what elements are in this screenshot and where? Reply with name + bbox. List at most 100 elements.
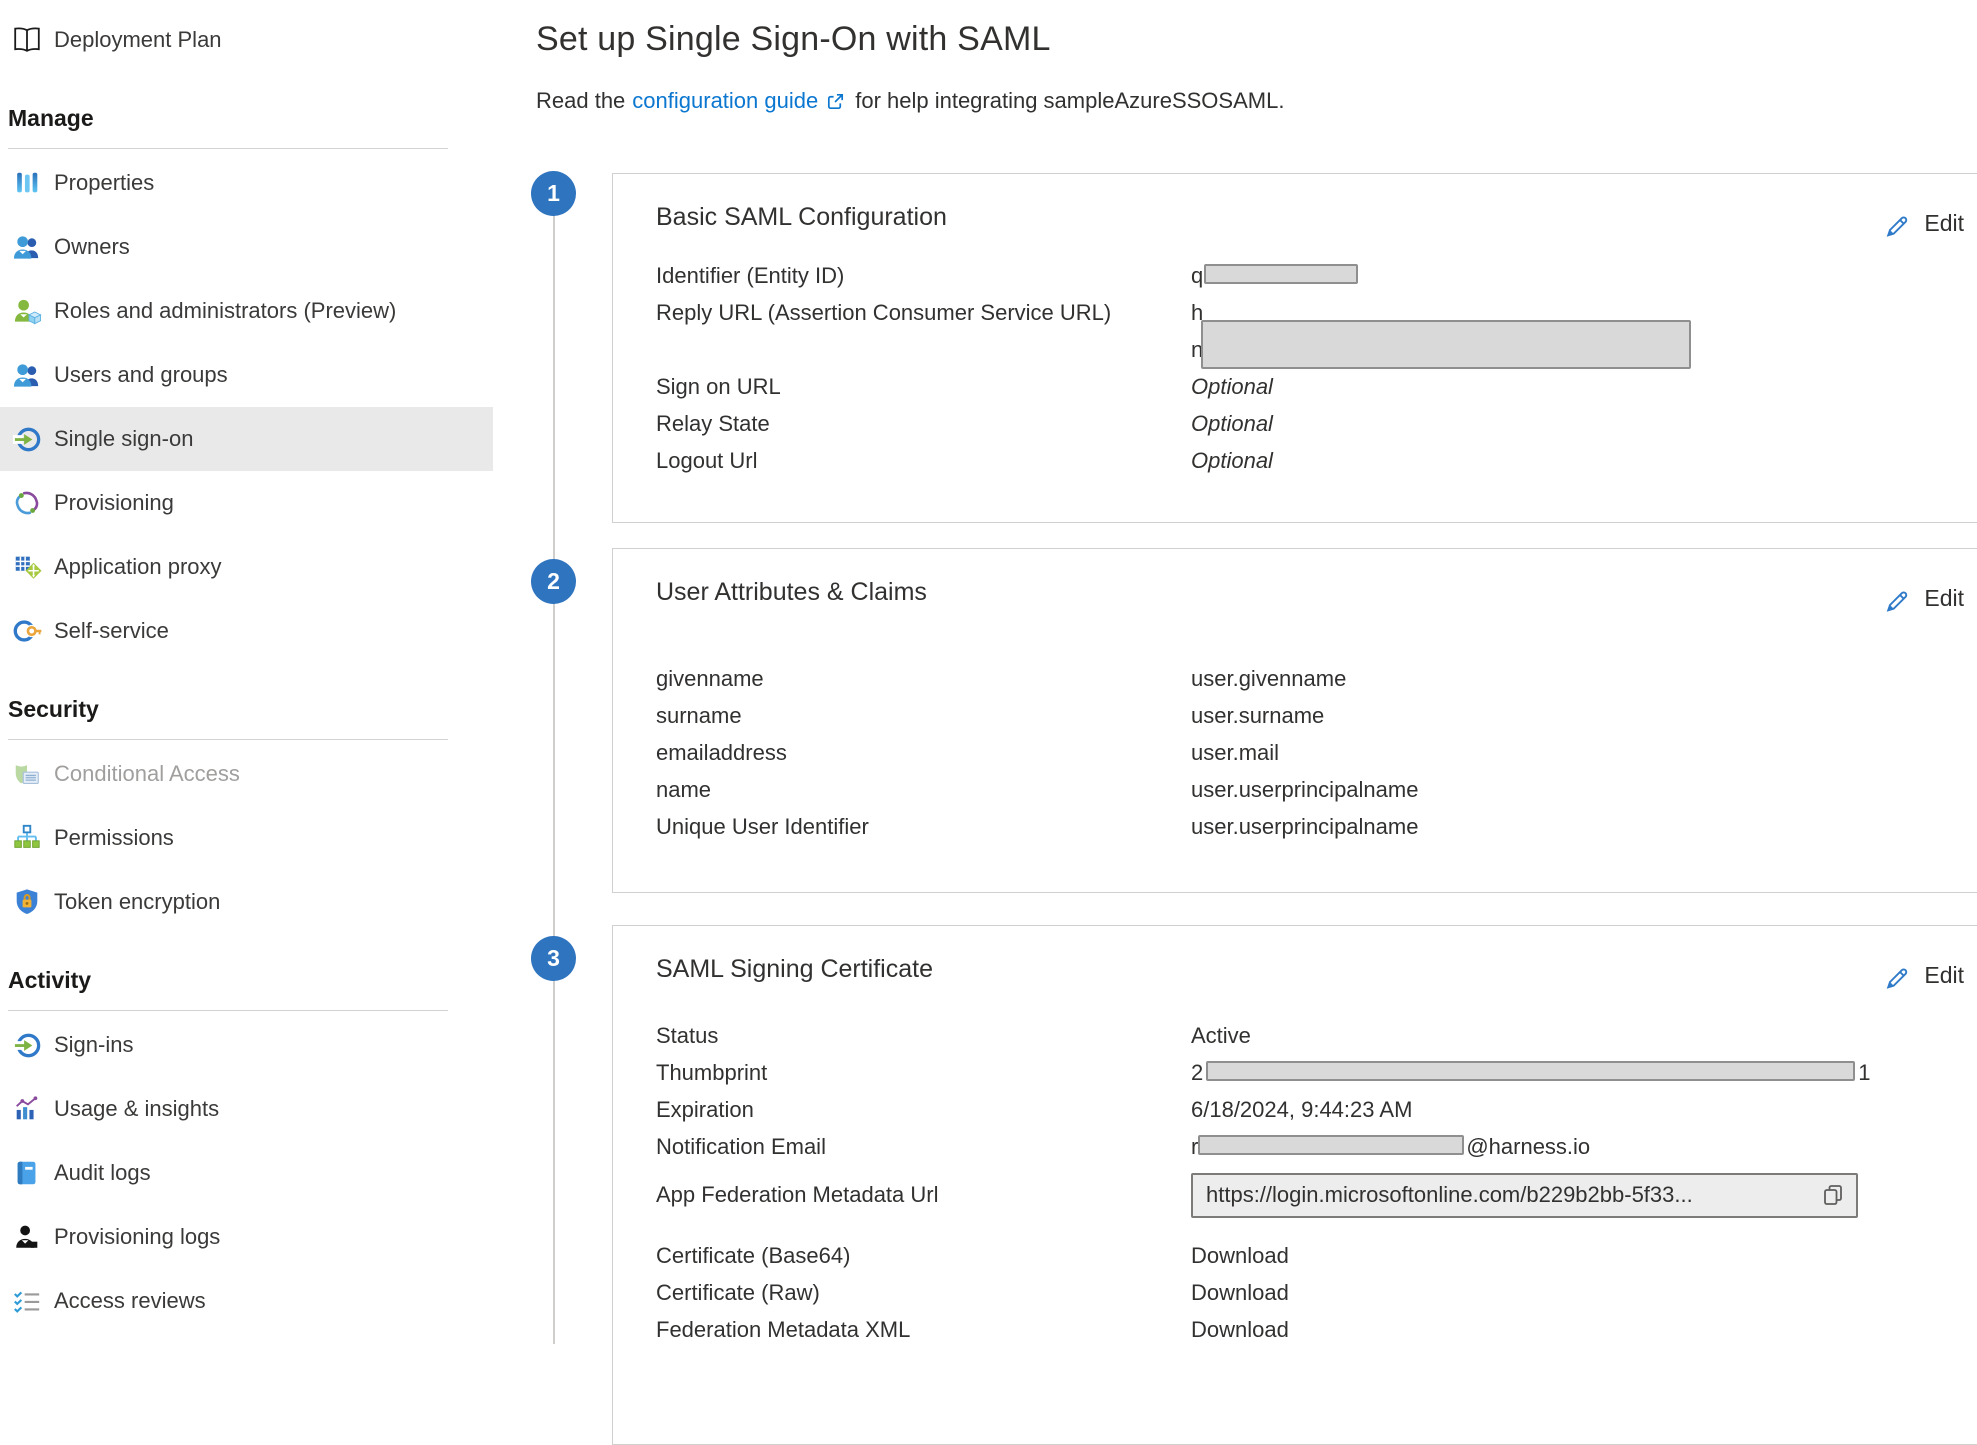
claim-name: Unique User Identifier	[656, 808, 1191, 845]
reply-url-row: Reply URL (Assertion Consumer Service UR…	[656, 294, 1977, 368]
step-3-badge: 3	[531, 936, 576, 981]
status-label: Status	[656, 1017, 1191, 1054]
claim-row: givenname user.givenname	[656, 660, 1977, 697]
sidebar-item-properties[interactable]: Properties	[0, 151, 493, 215]
edit-basic-saml-button[interactable]: Edit	[1881, 208, 1964, 238]
sidebar-item-application-proxy[interactable]: Application proxy	[0, 535, 493, 599]
divider	[8, 148, 448, 149]
expiration-label: Expiration	[656, 1091, 1191, 1128]
sidebar-item-owners[interactable]: Owners	[0, 215, 493, 279]
sidebar-item-deployment-plan[interactable]: Deployment Plan	[0, 8, 493, 72]
status-value: Active	[1191, 1017, 1251, 1054]
certificate-base64-label: Certificate (Base64)	[656, 1237, 1191, 1274]
configuration-guide-link[interactable]: configuration guide	[632, 88, 818, 114]
sidebar-item-permissions[interactable]: Permissions	[0, 806, 493, 870]
step-1-badge: 1	[531, 171, 576, 216]
pencil-icon	[1881, 583, 1911, 613]
sidebar-item-usage-insights[interactable]: Usage & insights	[0, 1077, 493, 1141]
sidebar-item-label: Provisioning	[54, 490, 174, 516]
self-service-icon	[10, 614, 44, 648]
conditional-access-icon	[10, 757, 44, 791]
sign-in-icon	[10, 1028, 44, 1062]
redaction-overlay	[1201, 320, 1691, 369]
pencil-icon	[1881, 960, 1911, 990]
single-sign-on-icon	[10, 422, 44, 456]
federation-metadata-xml-label: Federation Metadata XML	[656, 1311, 1191, 1348]
redaction-overlay	[1198, 1135, 1464, 1155]
people-icon	[10, 230, 44, 264]
sidebar-item-self-service[interactable]: Self-service	[0, 599, 493, 663]
certificate-raw-label: Certificate (Raw)	[656, 1274, 1191, 1311]
claim-name: emailaddress	[656, 734, 1191, 771]
thumbprint-row: Thumbprint 21	[656, 1054, 1977, 1091]
sidebar-item-access-reviews[interactable]: Access reviews	[0, 1269, 493, 1333]
sidebar-item-token-encryption[interactable]: Token encryption	[0, 870, 493, 934]
chart-insights-icon	[10, 1092, 44, 1126]
properties-icon	[10, 166, 44, 200]
sidebar-section-manage: Manage	[0, 96, 493, 140]
person-cube-icon	[10, 294, 44, 328]
notebook-icon	[10, 1156, 44, 1190]
relay-state-label: Relay State	[656, 405, 1191, 442]
copy-icon[interactable]	[1820, 1182, 1846, 1208]
claim-name: name	[656, 771, 1191, 808]
sidebar-item-label: Conditional Access	[54, 761, 240, 787]
step-2-badge: 2	[531, 559, 576, 604]
certificate-base64-row: Certificate (Base64) Download	[656, 1237, 1977, 1274]
sidebar-item-users-groups[interactable]: Users and groups	[0, 343, 493, 407]
edit-label: Edit	[1924, 585, 1964, 612]
metadata-url-value: https://login.microsoftonline.com/b229b2…	[1191, 1173, 1858, 1218]
application-proxy-icon	[10, 550, 44, 584]
claim-row: name user.userprincipalname	[656, 771, 1977, 808]
sidebar-item-sign-ins[interactable]: Sign-ins	[0, 1013, 493, 1077]
external-link-icon[interactable]	[825, 91, 846, 112]
sidebar-item-provisioning-logs[interactable]: Provisioning logs	[0, 1205, 493, 1269]
expiration-row: Expiration 6/18/2024, 9:44:23 AM	[656, 1091, 1977, 1128]
status-row: Status Active	[656, 1017, 1977, 1054]
pencil-icon	[1881, 208, 1911, 238]
page-title: Set up Single Sign-On with SAML	[536, 20, 1051, 59]
panel-title: SAML Signing Certificate	[656, 954, 1977, 984]
shield-lock-icon	[10, 885, 44, 919]
metadata-url-label: App Federation Metadata Url	[656, 1182, 1191, 1208]
relay-state-value: Optional	[1191, 405, 1273, 442]
azure-sso-saml-page: { "sidebar": { "deployment_plan": "Deplo…	[0, 0, 1977, 1344]
sidebar: Deployment Plan Manage Properties Owners…	[0, 0, 493, 1344]
edit-label: Edit	[1924, 210, 1964, 237]
sidebar-item-audit-logs[interactable]: Audit logs	[0, 1141, 493, 1205]
sidebar-item-provisioning[interactable]: Provisioning	[0, 471, 493, 535]
download-raw-link[interactable]: Download	[1191, 1274, 1289, 1311]
claim-value: user.surname	[1191, 697, 1324, 734]
edit-user-attributes-button[interactable]: Edit	[1881, 583, 1964, 613]
saml-signing-certificate-panel: SAML Signing Certificate Edit Status Act…	[612, 925, 1977, 1445]
sidebar-item-label: Self-service	[54, 618, 169, 644]
intro-prefix: Read the	[536, 88, 625, 114]
sidebar-item-label: Properties	[54, 170, 154, 196]
claim-value: user.mail	[1191, 734, 1279, 771]
notification-email-value: r@harness.io	[1191, 1128, 1590, 1165]
certificate-raw-row: Certificate (Raw) Download	[656, 1274, 1977, 1311]
download-base64-link[interactable]: Download	[1191, 1237, 1289, 1274]
sidebar-item-label: Audit logs	[54, 1160, 151, 1186]
claim-row: Unique User Identifier user.userprincipa…	[656, 808, 1977, 845]
edit-signing-certificate-button[interactable]: Edit	[1881, 960, 1964, 990]
people-icon	[10, 358, 44, 392]
claim-value: user.userprincipalname	[1191, 808, 1418, 845]
edit-label: Edit	[1924, 962, 1964, 989]
org-chart-icon	[10, 821, 44, 855]
sidebar-item-conditional-access[interactable]: Conditional Access	[0, 742, 493, 806]
claim-value: user.userprincipalname	[1191, 771, 1418, 808]
metadata-url-field[interactable]: https://login.microsoftonline.com/b229b2…	[1191, 1173, 1858, 1218]
sidebar-item-label: Sign-ins	[54, 1032, 133, 1058]
metadata-url-row: App Federation Metadata Url https://logi…	[656, 1165, 1977, 1225]
sidebar-item-roles-administrators[interactable]: Roles and administrators (Preview)	[0, 279, 493, 343]
claim-row: emailaddress user.mail	[656, 734, 1977, 771]
checklist-icon	[10, 1284, 44, 1318]
sidebar-item-single-sign-on[interactable]: Single sign-on	[0, 407, 493, 471]
panel-title: User Attributes & Claims	[656, 577, 1977, 607]
reply-url-value: h n	[1191, 294, 1203, 368]
identifier-label: Identifier (Entity ID)	[656, 257, 1191, 294]
logout-url-label: Logout Url	[656, 442, 1191, 479]
federation-metadata-xml-row: Federation Metadata XML Download	[656, 1311, 1977, 1348]
download-federation-xml-link[interactable]: Download	[1191, 1311, 1289, 1348]
